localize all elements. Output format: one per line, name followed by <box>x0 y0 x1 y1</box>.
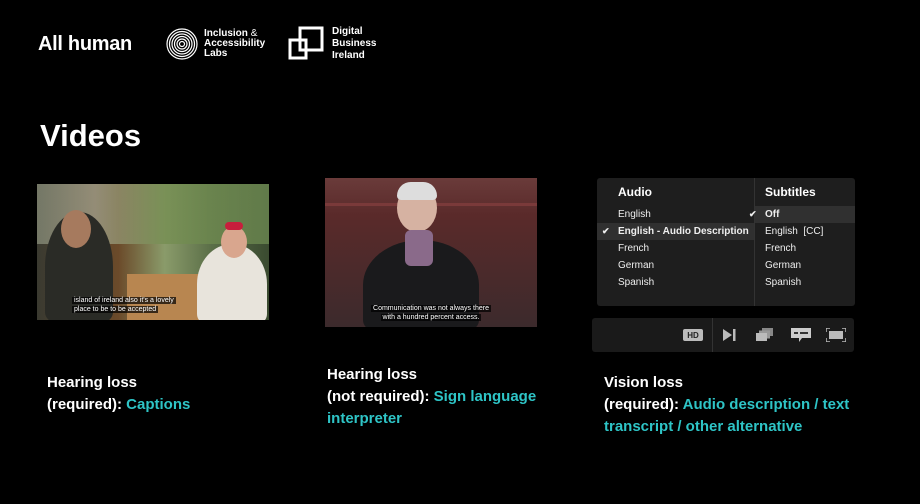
description-heading: Hearing loss <box>47 374 138 391</box>
audio-subtitles-menu: Audio English ✔ English - Audio Descripti… <box>597 178 855 306</box>
subtitle-option-german[interactable]: German <box>755 257 855 274</box>
red-headband <box>225 222 243 230</box>
description-prefix: (required): <box>604 396 683 413</box>
video-caption: island of ireland also it's a lovely pla… <box>37 296 269 314</box>
interpreter-hair <box>397 182 437 200</box>
all-human-logo: All human <box>38 33 132 55</box>
check-icon: ✔ <box>602 226 610 236</box>
caption-line: island of ireland also it's a lovely <box>72 297 176 304</box>
subtitles-icon <box>791 327 811 342</box>
playlist-button[interactable] <box>755 327 775 343</box>
caption-line: place to be to be accepted <box>72 306 159 313</box>
next-button[interactable] <box>720 327 738 343</box>
subtitle-option-spanish[interactable]: Spanish <box>755 274 855 291</box>
audio-option-german[interactable]: German <box>597 257 754 274</box>
sign-language-video-thumbnail[interactable]: Communication was not always there with … <box>325 178 537 327</box>
player-controls-bar: HD <box>592 318 854 352</box>
digital-business-ireland-logo: Digital Business Ireland <box>288 26 376 62</box>
description-heading: Vision loss <box>604 374 683 391</box>
caption-line: Communication was not always there <box>371 305 491 312</box>
description-prefix: (required): <box>47 396 127 413</box>
subtitle-option-french[interactable]: French <box>755 240 855 257</box>
subtitle-option-english-cc[interactable]: English [CC] <box>755 223 855 240</box>
video-caption: Communication was not always there with … <box>325 304 537 322</box>
description-accent: Captions <box>126 396 191 413</box>
business-text: Business <box>332 38 377 49</box>
woman-face <box>221 226 247 258</box>
subtitles-heading: Subtitles <box>765 185 816 199</box>
audio-menu: Audio English ✔ English - Audio Descripti… <box>597 178 755 306</box>
labs-text: Labs <box>204 48 228 59</box>
fullscreen-button[interactable] <box>826 327 846 343</box>
captions-video-thumbnail[interactable]: island of ireland also it's a lovely pla… <box>37 184 269 320</box>
ireland-text: Ireland <box>332 50 365 61</box>
description-heading: Hearing loss <box>327 366 418 383</box>
man-face <box>61 210 91 248</box>
audio-option-english[interactable]: English <box>597 206 754 223</box>
subtitles-button[interactable] <box>790 327 812 343</box>
digital-text: Digital <box>332 26 363 37</box>
subtitle-option-off[interactable]: ✔ Off <box>749 206 855 223</box>
subtitles-menu: Subtitles ✔ Off English [CC] French Germa… <box>749 178 855 306</box>
playlist-icon <box>756 328 773 341</box>
check-icon: ✔ <box>749 209 757 219</box>
audio-heading: Audio <box>618 185 652 199</box>
next-icon <box>723 329 736 341</box>
hearing-loss-sign-language-description: Hearing loss (not required): Sign langua… <box>327 364 567 430</box>
overlapping-squares-icon <box>288 26 324 60</box>
hearing-loss-captions-description: Hearing loss (required): Captions <box>47 372 190 416</box>
description-prefix: (not required): <box>327 388 434 405</box>
fullscreen-icon <box>826 328 846 342</box>
caption-line: with a hundred percent access. <box>380 314 482 321</box>
audio-option-spanish[interactable]: Spanish <box>597 274 754 291</box>
page-title: Videos <box>40 118 142 153</box>
concentric-circles-icon <box>166 28 198 60</box>
audio-option-french[interactable]: French <box>597 240 754 257</box>
controls-divider <box>712 318 713 352</box>
hd-button[interactable]: HD <box>683 329 703 341</box>
vision-loss-description: Vision loss (required): Audio descriptio… <box>604 372 884 438</box>
interpreter-scarf <box>405 230 433 266</box>
inclusion-accessibility-labs-logo: Inclusion & Accessibility Labs <box>166 28 265 60</box>
audio-option-english-audio-description[interactable]: ✔ English - Audio Description <box>597 223 754 240</box>
